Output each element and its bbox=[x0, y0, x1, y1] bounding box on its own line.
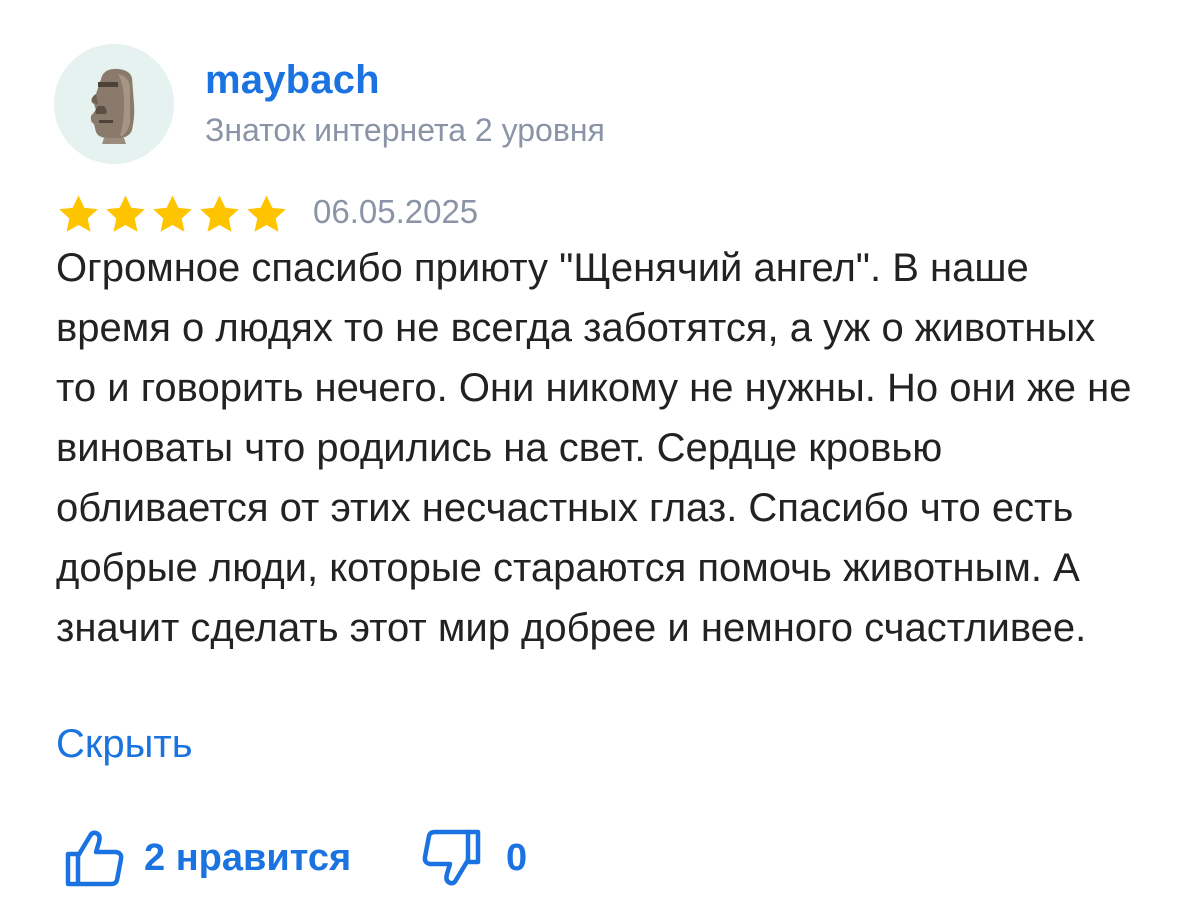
moai-statue-avatar-icon bbox=[54, 44, 174, 164]
dislike-button[interactable]: 0 bbox=[420, 826, 527, 890]
review-text: Огромное спасибо приюту "Щенячий ангел".… bbox=[56, 246, 1132, 650]
star-icon bbox=[59, 195, 98, 232]
author-name[interactable]: maybach bbox=[205, 58, 380, 103]
like-button[interactable]: 2 нравится bbox=[62, 826, 351, 890]
star-icon bbox=[247, 195, 286, 232]
like-label: 2 нравится bbox=[144, 836, 352, 879]
avatar[interactable] bbox=[54, 44, 174, 164]
star-icon bbox=[153, 195, 192, 232]
author-level: Знаток интернета 2 уровня bbox=[205, 112, 605, 148]
thumbs-up-icon bbox=[65, 830, 124, 887]
hide-review-link[interactable]: Скрыть bbox=[56, 714, 193, 774]
star-icon bbox=[200, 195, 239, 232]
thumbs-down-icon bbox=[422, 829, 481, 886]
review-date: 06.05.2025 bbox=[313, 193, 479, 230]
review-card: maybach Знаток интернета 2 уровня 06.05.… bbox=[0, 0, 1179, 915]
rating-stars bbox=[56, 192, 289, 237]
star-icon bbox=[106, 195, 145, 232]
dislike-count: 0 bbox=[506, 836, 528, 879]
